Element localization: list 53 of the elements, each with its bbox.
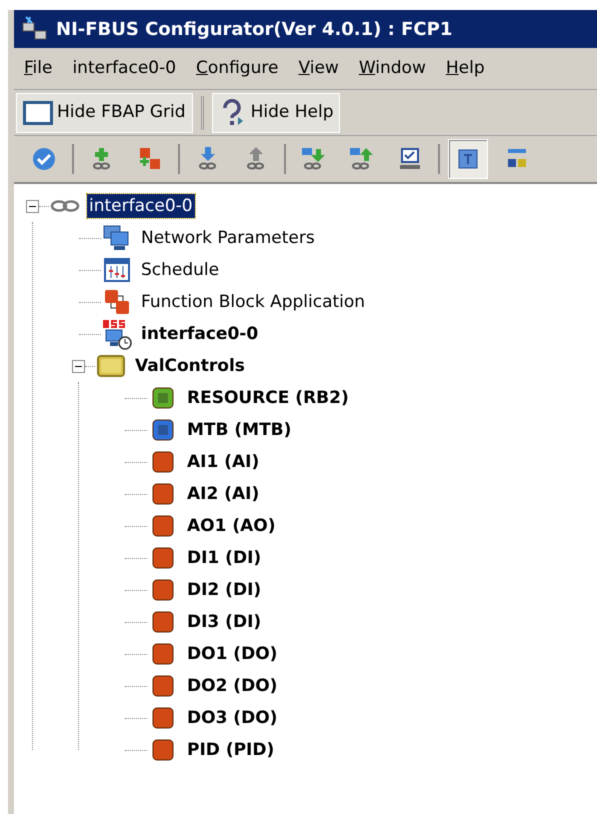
menu-item[interactable]: Configure (196, 56, 278, 82)
tree-item[interactable]: DO2 (DO) (185, 674, 280, 698)
menu-item[interactable]: Help (446, 56, 485, 82)
collapse-toggle[interactable] (26, 200, 39, 212)
window-title: NI-FBUS Configurator(Ver 4.0.1) : FCP1 (56, 18, 452, 42)
function-block-icon (152, 611, 174, 633)
toolbar-button[interactable] (448, 139, 488, 179)
tree-item[interactable]: DO1 (DO) (185, 642, 280, 666)
add-block-icon (137, 146, 163, 172)
function-block-icon (152, 707, 174, 729)
tree-item[interactable]: interface0-0 (139, 322, 260, 346)
chain-link-icon (50, 199, 80, 213)
tree-item[interactable]: ValControls (133, 354, 247, 378)
hide-help-button[interactable]: Hide Help (212, 92, 340, 132)
function-block-icon (152, 483, 174, 505)
function-block-icon (152, 451, 174, 473)
tree-item[interactable]: AO1 (AO) (185, 514, 278, 538)
network-down-icon (300, 146, 328, 172)
monitor-check-icon (397, 146, 423, 172)
menu-item[interactable]: View (298, 56, 339, 82)
window-icon (23, 100, 53, 124)
tree-item[interactable]: MTB (MTB) (185, 418, 294, 442)
tree-item[interactable]: DI1 (DI) (185, 546, 264, 570)
network-up-icon (348, 146, 376, 172)
hide-grid-button[interactable]: Hide FBAP Grid (16, 92, 193, 132)
menu-item[interactable]: Window (358, 56, 426, 82)
menu-item[interactable]: interface0-0 (72, 56, 176, 82)
check-icon (32, 147, 56, 171)
function-block-icon (152, 643, 174, 665)
resource-block-icon (152, 387, 174, 409)
transducer-block-icon (152, 419, 174, 441)
tree-item[interactable]: Schedule (139, 258, 222, 282)
folder-icon (97, 354, 125, 378)
function-block-icon (152, 579, 174, 601)
tree-item[interactable]: DI2 (DI) (185, 578, 264, 602)
tag-icon (457, 148, 479, 170)
function-block-icon (152, 515, 174, 537)
tree-item[interactable]: DI3 (DI) (185, 610, 264, 634)
tree-item[interactable]: Network Parameters (139, 226, 317, 250)
schedule-icon (103, 257, 131, 283)
tree-item[interactable]: AI2 (AI) (185, 482, 262, 506)
tree-item[interactable]: RESOURCE (RB2) (185, 386, 351, 410)
function-block-icon (152, 675, 174, 697)
tree-item[interactable]: AI1 (AI) (185, 450, 262, 474)
tree-item[interactable]: Function Block Application (139, 290, 368, 314)
collapse-toggle[interactable] (72, 360, 85, 372)
tree-item[interactable]: DO3 (DO) (185, 706, 280, 730)
tree-item[interactable]: interface0-0 (87, 194, 195, 218)
menu-item[interactable]: File (24, 56, 52, 82)
function-blocks-icon (103, 288, 131, 316)
tree-item[interactable]: PID (PID) (185, 738, 276, 762)
function-block-icon (152, 547, 174, 569)
function-block-icon (152, 739, 174, 761)
